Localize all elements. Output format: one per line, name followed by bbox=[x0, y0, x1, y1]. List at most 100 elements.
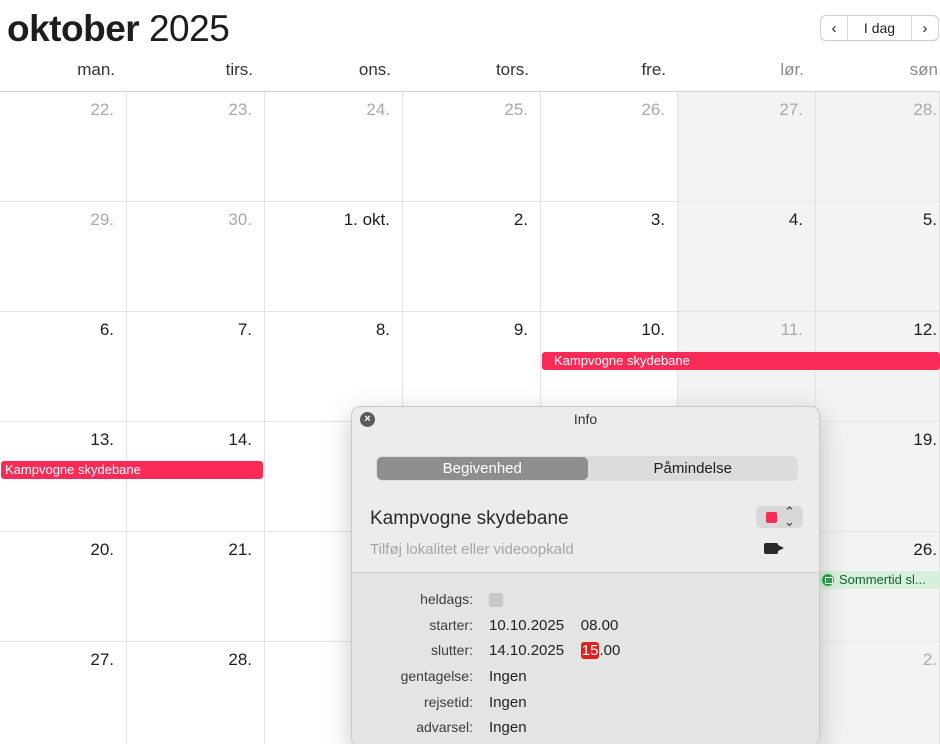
day-number: 10. bbox=[641, 320, 665, 339]
day-cell[interactable]: 27. bbox=[0, 642, 127, 744]
allday-label: heldags: bbox=[420, 591, 473, 607]
day-number: 28. bbox=[913, 100, 937, 119]
month-title: oktober 2025 bbox=[7, 8, 230, 50]
day-cell[interactable]: 23. bbox=[127, 92, 265, 202]
end-minutes[interactable]: .00 bbox=[599, 642, 620, 659]
day-cell[interactable]: 30. bbox=[127, 202, 265, 312]
weekday-label: man. bbox=[77, 60, 115, 79]
day-number: 7. bbox=[237, 320, 252, 339]
day-cell[interactable]: 25. bbox=[403, 92, 541, 202]
chevron-right-icon[interactable]: › bbox=[912, 16, 938, 40]
repeat-value[interactable]: Ingen bbox=[489, 668, 527, 685]
alert-row: advarsel: Ingen bbox=[352, 719, 819, 739]
day-number: 26. bbox=[913, 540, 937, 559]
day-number: 4. bbox=[788, 210, 803, 229]
allday-row: heldags: bbox=[352, 591, 819, 611]
day-number: 8. bbox=[375, 320, 390, 339]
event-bar-kampvogne-week3[interactable]: Kampvogne skydebane bbox=[1, 461, 263, 479]
alert-value[interactable]: Ingen bbox=[489, 719, 527, 736]
tab-paamindelse[interactable]: Påmindelse bbox=[588, 456, 799, 481]
travel-row: rejsetid: Ingen bbox=[352, 694, 819, 714]
end-label: slutter: bbox=[430, 642, 473, 658]
day-cell[interactable]: 19. bbox=[816, 422, 940, 532]
year-label: 2025 bbox=[148, 8, 230, 49]
weekday-header-row: man. tirs. ons. tors. fre. lør. søn bbox=[0, 60, 940, 90]
weekday-label: lør. bbox=[780, 60, 804, 79]
day-cell[interactable]: 4. bbox=[678, 202, 816, 312]
day-cell[interactable]: 26. bbox=[541, 92, 678, 202]
end-row: slutter: 14.10.2025 15.00 bbox=[352, 642, 819, 662]
day-number: 23. bbox=[228, 100, 252, 119]
event-info-popover: × Info Begivenhed Påmindelse Kampvogne s… bbox=[351, 406, 820, 744]
day-number: 24. bbox=[366, 100, 390, 119]
start-label: starter: bbox=[429, 617, 473, 633]
day-cell[interactable]: 2. bbox=[816, 642, 940, 744]
event-sommertid[interactable]: Sommertid sl... bbox=[820, 571, 940, 589]
day-number: 29. bbox=[90, 210, 114, 229]
calendar-color-picker[interactable]: ⌃ ⌄ bbox=[756, 504, 803, 529]
day-number: 5. bbox=[922, 210, 937, 229]
video-camera-icon[interactable] bbox=[764, 543, 778, 554]
event-sommertid-label: Sommertid sl... bbox=[839, 572, 926, 587]
weekday-label: tors. bbox=[495, 60, 529, 79]
day-number: 27. bbox=[90, 650, 114, 669]
event-title-field[interactable]: Kampvogne skydebane bbox=[370, 508, 569, 530]
end-hour-selected[interactable]: 15 bbox=[580, 642, 600, 659]
day-cell[interactable]: 21. bbox=[127, 532, 265, 642]
travel-value[interactable]: Ingen bbox=[489, 694, 527, 711]
weekday-label: ons. bbox=[358, 60, 391, 79]
day-number: 19. bbox=[913, 430, 937, 449]
day-number: 25. bbox=[504, 100, 528, 119]
repeat-row: gentagelse: Ingen bbox=[352, 668, 819, 688]
day-cell[interactable]: 20. bbox=[0, 532, 127, 642]
day-number: 1. okt. bbox=[343, 210, 390, 229]
chevron-updown-icon: ⌃ ⌄ bbox=[784, 504, 795, 529]
day-number: 20. bbox=[90, 540, 114, 559]
start-time[interactable]: 08.00 bbox=[581, 617, 619, 634]
month-name: oktober bbox=[7, 8, 140, 49]
start-date[interactable]: 10.10.2025 bbox=[489, 617, 564, 634]
repeat-label: gentagelse: bbox=[400, 668, 473, 684]
day-number: 22. bbox=[90, 100, 114, 119]
chevron-left-icon[interactable]: ‹ bbox=[821, 16, 847, 40]
start-row: starter: 10.10.2025 08.00 bbox=[352, 617, 819, 637]
day-cell[interactable]: 7. bbox=[127, 312, 265, 422]
weekday-label: tirs. bbox=[225, 60, 253, 79]
calendar-icon bbox=[822, 574, 834, 586]
end-date[interactable]: 14.10.2025 bbox=[489, 642, 564, 659]
allday-checkbox[interactable] bbox=[489, 593, 503, 607]
tab-begivenhed[interactable]: Begivenhed bbox=[377, 457, 588, 480]
day-number: 28. bbox=[228, 650, 252, 669]
day-number: 12. bbox=[913, 320, 937, 339]
day-cell[interactable]: 28. bbox=[127, 642, 265, 744]
day-cell[interactable]: 29. bbox=[0, 202, 127, 312]
today-button[interactable]: I dag bbox=[847, 16, 912, 40]
location-field[interactable]: Tilføj lokalitet eller videoopkald bbox=[370, 541, 574, 558]
day-number: 9. bbox=[513, 320, 528, 339]
color-swatch bbox=[766, 512, 777, 523]
start-datetime[interactable]: 10.10.2025 08.00 bbox=[489, 617, 618, 634]
day-cell[interactable]: 27. bbox=[678, 92, 816, 202]
day-number: 3. bbox=[650, 210, 665, 229]
day-cell[interactable]: 24. bbox=[265, 92, 403, 202]
day-cell[interactable]: 6. bbox=[0, 312, 127, 422]
day-number: 30. bbox=[228, 210, 252, 229]
travel-label: rejsetid: bbox=[423, 694, 473, 710]
event-type-segmented-control: Begivenhed Påmindelse bbox=[376, 456, 798, 481]
day-number: 11. bbox=[780, 320, 803, 339]
alert-label: advarsel: bbox=[416, 719, 473, 735]
day-number: 2. bbox=[513, 210, 528, 229]
event-bar-kampvogne-week2[interactable]: Kampvogne skydebane bbox=[542, 352, 940, 370]
day-cell[interactable]: 22. bbox=[0, 92, 127, 202]
day-number: 26. bbox=[641, 100, 665, 119]
event-details: heldags: starter: 10.10.2025 08.00 slutt… bbox=[352, 573, 819, 744]
day-cell[interactable]: 3. bbox=[541, 202, 678, 312]
end-datetime[interactable]: 14.10.2025 15.00 bbox=[489, 642, 620, 659]
day-cell[interactable]: 28. bbox=[816, 92, 940, 202]
weekday-label: søn bbox=[909, 60, 938, 79]
day-cell[interactable]: 1. okt. bbox=[265, 202, 403, 312]
day-cell[interactable]: 5. bbox=[816, 202, 940, 312]
calendar-header: oktober 2025 ‹ I dag › man. tirs. ons. tors… bbox=[0, 0, 940, 92]
day-number: 6. bbox=[99, 320, 114, 339]
day-cell[interactable]: 2. bbox=[403, 202, 541, 312]
